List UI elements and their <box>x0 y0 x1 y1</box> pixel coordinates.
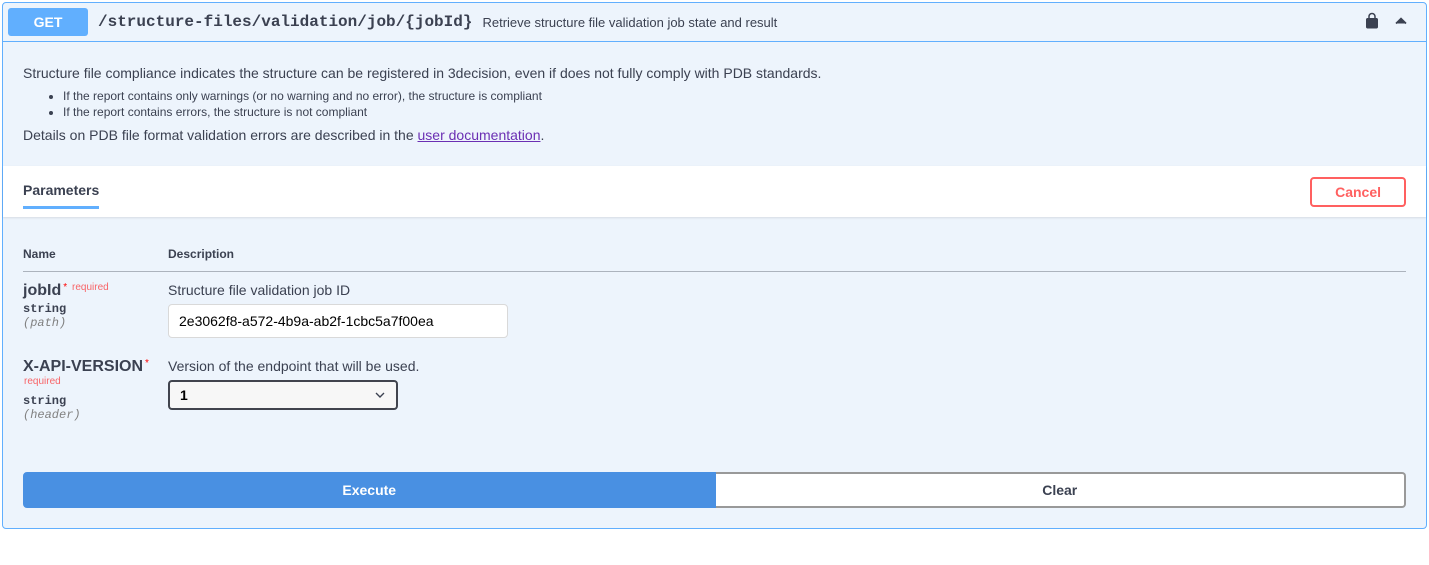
chevron-up-icon[interactable] <box>1391 11 1411 34</box>
user-documentation-link[interactable]: user documentation <box>418 127 541 143</box>
required-text: required <box>23 376 61 387</box>
required-star: * <box>143 358 149 369</box>
col-header-description: Description <box>168 237 1406 272</box>
parameters-header: Parameters Cancel <box>3 166 1426 217</box>
cancel-button[interactable]: Cancel <box>1310 177 1406 207</box>
endpoint-path: /structure-files/validation/job/{jobId} <box>88 13 482 31</box>
table-row: X-API-VERSION* required string (header) … <box>23 348 1406 432</box>
method-badge: GET <box>8 8 88 36</box>
table-row: jobId* required string (path) Structure … <box>23 272 1406 349</box>
param-location: (path) <box>23 316 168 330</box>
execute-button[interactable]: Execute <box>23 472 716 508</box>
list-item: If the report contains only warnings (or… <box>63 89 1406 103</box>
operation-body: Structure file compliance indicates the … <box>3 42 1426 528</box>
description-section: Structure file compliance indicates the … <box>3 42 1426 166</box>
required-text: required <box>71 282 109 293</box>
operation-summary[interactable]: GET /structure-files/validation/job/{job… <box>3 3 1426 42</box>
details-suffix: . <box>540 127 544 143</box>
param-name: jobId <box>23 282 61 299</box>
list-item: If the report contains errors, the struc… <box>63 105 1406 119</box>
param-description: Structure file validation job ID <box>168 282 1406 298</box>
description-details: Details on PDB file format validation er… <box>23 127 1406 143</box>
param-name: X-API-VERSION <box>23 358 143 375</box>
action-buttons: Execute Clear <box>3 452 1426 528</box>
api-version-select[interactable]: 1 <box>168 380 398 410</box>
lock-icon[interactable] <box>1363 12 1381 33</box>
param-location: (header) <box>23 408 168 422</box>
param-type: string <box>23 392 168 408</box>
operation-block: GET /structure-files/validation/job/{job… <box>2 2 1427 529</box>
details-prefix: Details on PDB file format validation er… <box>23 127 418 143</box>
parameters-container: Name Description jobId* required string … <box>3 217 1426 452</box>
tab-parameters[interactable]: Parameters <box>23 174 99 209</box>
col-header-name: Name <box>23 237 168 272</box>
description-list: If the report contains only warnings (or… <box>63 89 1406 119</box>
required-star: * <box>61 282 67 293</box>
param-description: Version of the endpoint that will be use… <box>168 358 1406 374</box>
param-type: string <box>23 300 168 316</box>
endpoint-description: Retrieve structure file validation job s… <box>482 15 1363 30</box>
clear-button[interactable]: Clear <box>716 472 1407 508</box>
jobid-input[interactable] <box>168 304 508 338</box>
parameters-table: Name Description jobId* required string … <box>23 237 1406 432</box>
description-intro: Structure file compliance indicates the … <box>23 65 1406 81</box>
